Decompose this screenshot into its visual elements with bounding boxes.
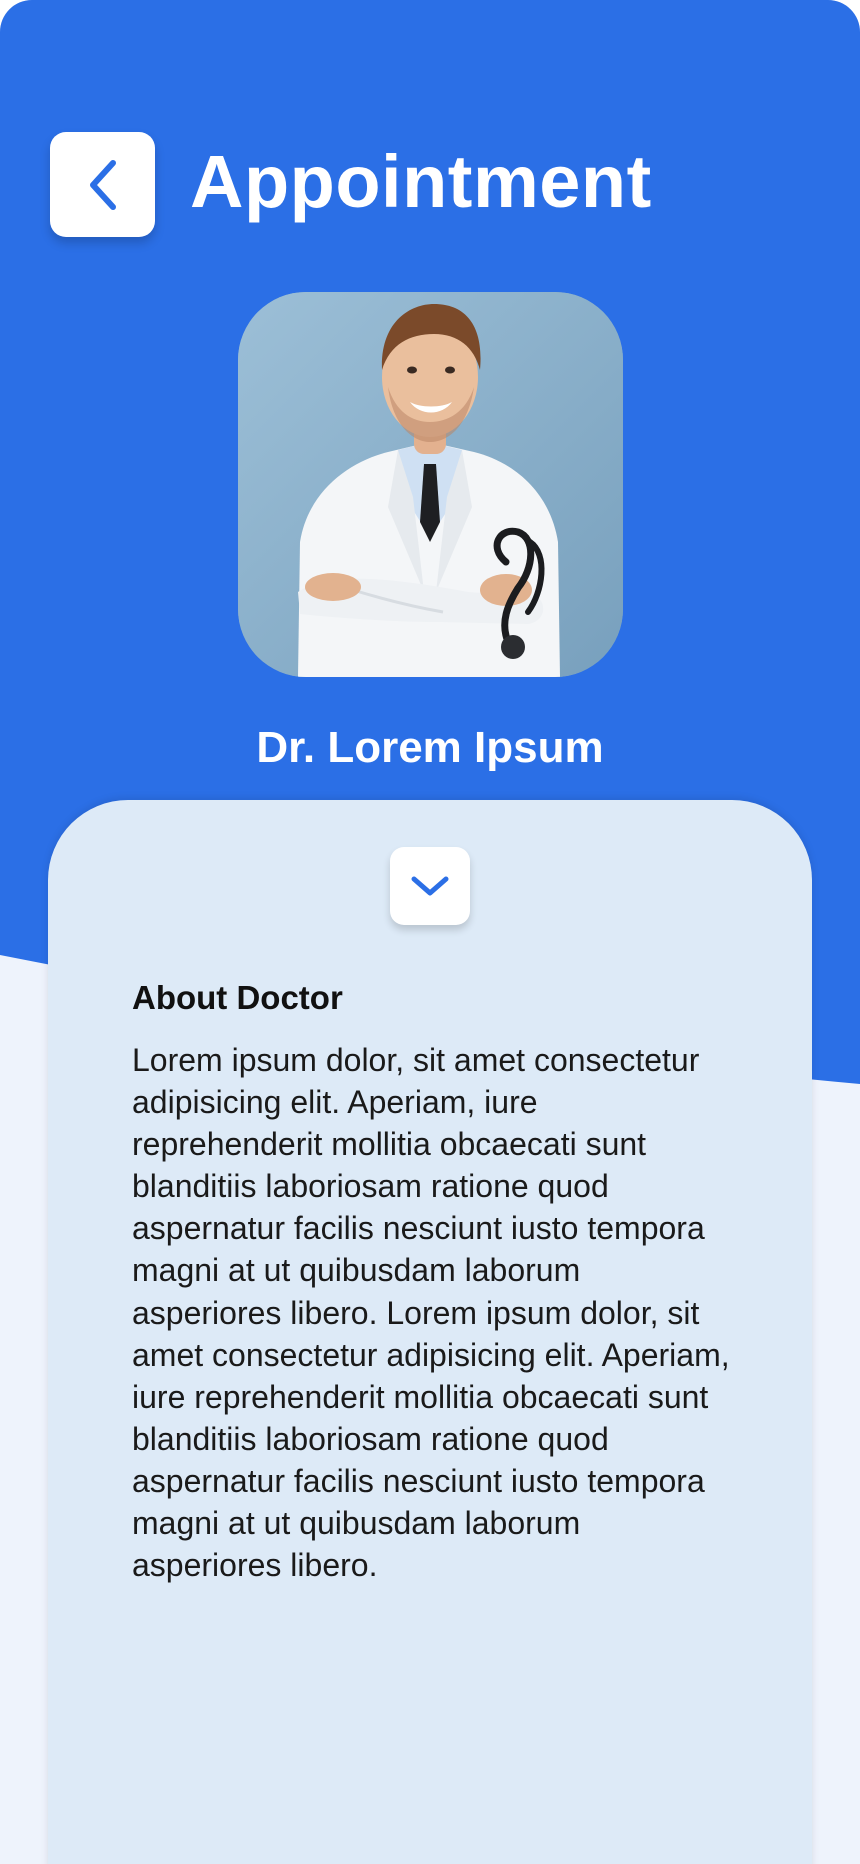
back-button[interactable] (50, 132, 155, 237)
doctor-name: Dr. Lorem Ipsum (256, 723, 604, 772)
about-doctor-text: Lorem ipsum dolor, sit amet consectetur … (132, 1042, 730, 1584)
appointment-screen: Appointment Dr. Lorem Ipsum About Doctor… (0, 0, 860, 1864)
chevron-left-icon (89, 159, 116, 210)
about-doctor-heading: About Doctor (132, 979, 343, 1016)
doctor-info-card: About Doctor Lorem ipsum dolor, sit amet… (48, 800, 812, 1864)
doctor-portrait-image (238, 292, 623, 677)
page-title: Appointment (190, 140, 652, 223)
doctor-photo (238, 292, 623, 677)
collapse-button[interactable] (390, 847, 470, 925)
chevron-down-icon (411, 876, 449, 896)
